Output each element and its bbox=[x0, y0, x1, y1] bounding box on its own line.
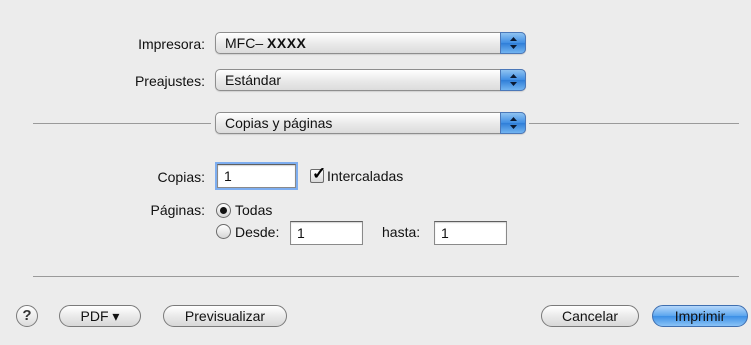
popup-arrows-icon bbox=[500, 112, 526, 134]
pages-to-input[interactable]: 1 bbox=[434, 221, 507, 245]
panel-menu-popup[interactable]: Copias y páginas bbox=[215, 112, 526, 134]
pages-all-radio[interactable] bbox=[216, 203, 231, 218]
section-divider-right bbox=[529, 123, 739, 124]
presets-value: Estándar bbox=[225, 72, 282, 88]
checkmark-icon: ✓ bbox=[312, 164, 327, 183]
help-button[interactable]: ? bbox=[16, 305, 38, 327]
radio-dot-icon bbox=[220, 207, 227, 214]
printer-value: MFC– XXXX bbox=[225, 35, 306, 51]
printer-popup[interactable]: MFC– XXXX bbox=[215, 32, 526, 54]
pdf-button[interactable]: PDF ▾ bbox=[59, 305, 141, 327]
pages-from-radio[interactable] bbox=[216, 224, 231, 239]
printer-value-prefix: MFC– bbox=[225, 35, 264, 51]
pages-label: Páginas: bbox=[150, 202, 205, 218]
pages-all-label: Todas bbox=[235, 202, 273, 218]
preview-button[interactable]: Previsualizar bbox=[163, 305, 287, 327]
copies-label: Copias: bbox=[157, 169, 205, 185]
panel-menu-value: Copias y páginas bbox=[225, 115, 333, 131]
collated-checkbox[interactable]: ✓ bbox=[310, 164, 326, 183]
print-button[interactable]: Imprimir bbox=[652, 305, 748, 327]
section-divider-left bbox=[33, 123, 211, 124]
pages-from-label: Desde: bbox=[235, 224, 280, 240]
footer-divider bbox=[33, 276, 739, 277]
presets-popup[interactable]: Estándar bbox=[215, 69, 526, 91]
popup-arrows-icon bbox=[500, 32, 526, 54]
printer-label: Impresora: bbox=[138, 36, 205, 52]
cancel-button[interactable]: Cancelar bbox=[541, 305, 639, 327]
presets-label: Preajustes: bbox=[134, 73, 205, 89]
pages-to-label: hasta: bbox=[382, 224, 421, 240]
popup-arrows-icon bbox=[500, 69, 526, 91]
pages-from-input[interactable]: 1 bbox=[290, 221, 363, 245]
printer-value-model: XXXX bbox=[267, 35, 307, 51]
collated-label: Intercaladas bbox=[327, 168, 404, 184]
copies-input[interactable]: 1 bbox=[215, 162, 298, 190]
